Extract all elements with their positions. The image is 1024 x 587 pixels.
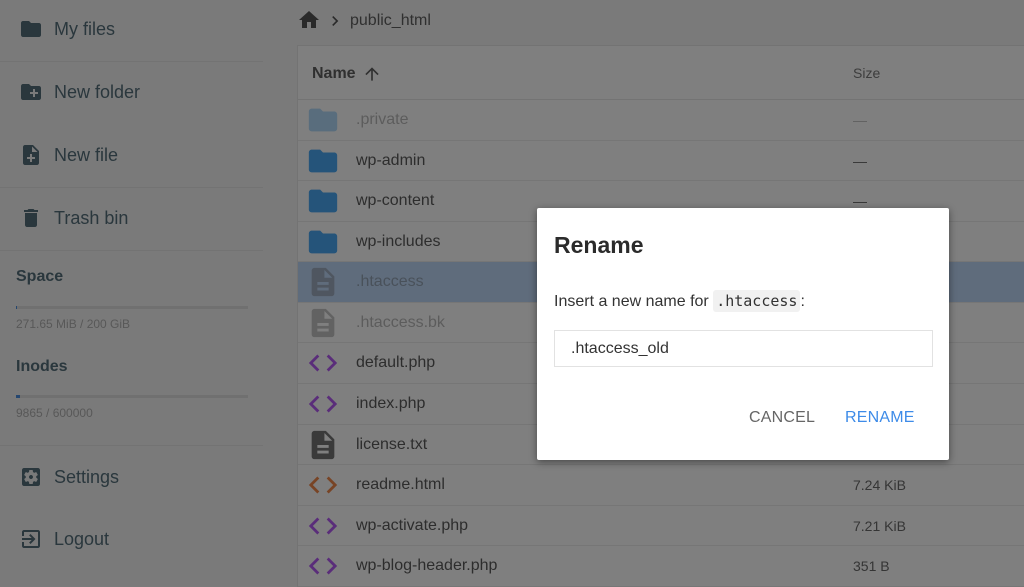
- dialog-prompt: Insert a new name for .htaccess:: [554, 290, 805, 312]
- prompt-suffix: :: [800, 293, 805, 310]
- rename-button[interactable]: RENAME: [845, 405, 915, 431]
- cancel-button[interactable]: CANCEL: [749, 405, 815, 431]
- new-name-input[interactable]: [554, 330, 933, 367]
- rename-dialog: Rename Insert a new name for .htaccess: …: [537, 208, 949, 460]
- prompt-filename: .htaccess: [713, 290, 801, 312]
- dialog-title: Rename: [554, 232, 644, 258]
- prompt-text: Insert a new name for: [554, 293, 714, 310]
